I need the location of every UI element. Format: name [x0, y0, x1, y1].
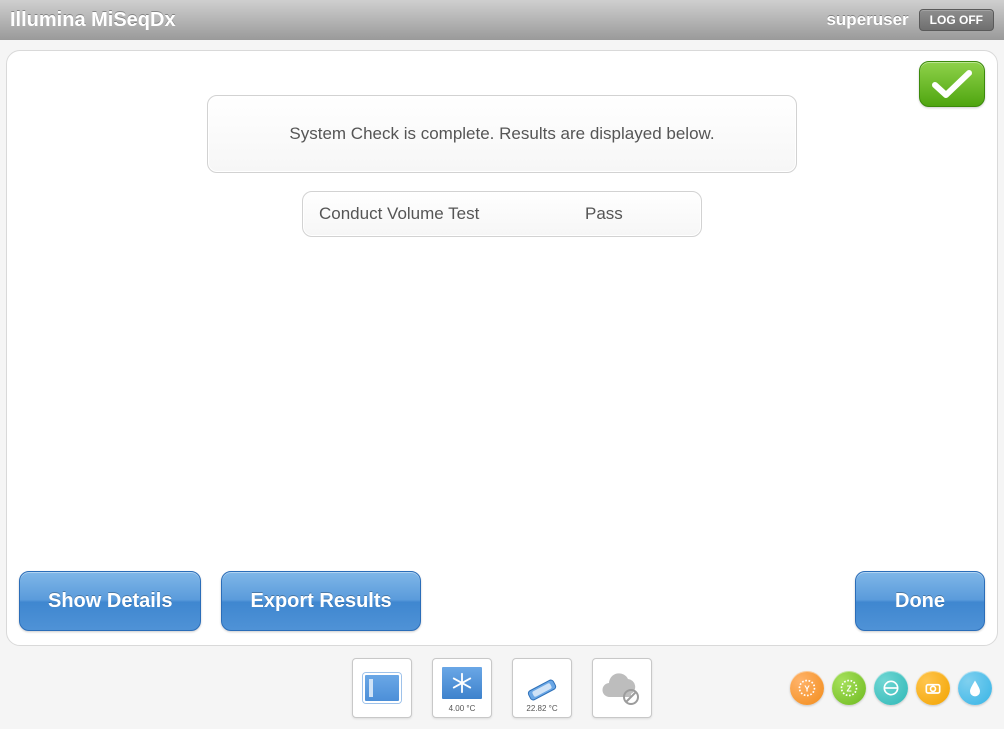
- show-details-button[interactable]: Show Details: [19, 571, 201, 631]
- done-button[interactable]: Done: [855, 571, 985, 631]
- cloud-disabled-icon: [596, 662, 648, 714]
- flowcell-temp-sensor-label: 22.82 °C: [526, 704, 557, 714]
- button-row: Show Details Export Results Done: [19, 571, 985, 631]
- result-row: Conduct Volume Test Pass: [302, 191, 702, 237]
- snowflake-icon: [440, 665, 484, 701]
- cloud-sensor-tile[interactable]: [592, 658, 652, 718]
- sensor-tiles: 4.00 °C 22.82 °C: [352, 658, 652, 718]
- chiller-sensor-tile[interactable]: 4.00 °C: [432, 658, 492, 718]
- title-bar: Illumina MiSeqDx superuser LOG OFF: [0, 0, 1004, 40]
- flowcell-sensor-tile[interactable]: [352, 658, 412, 718]
- current-user: superuser: [826, 10, 908, 30]
- export-results-button[interactable]: Export Results: [221, 571, 420, 631]
- chiller-sensor-label: 4.00 °C: [449, 704, 476, 714]
- flowcell-temp-sensor-tile[interactable]: 22.82 °C: [512, 658, 572, 718]
- footer-bar: 4.00 °C 22.82 °C Y: [0, 648, 1004, 728]
- z-stage-status-icon[interactable]: Z: [832, 671, 866, 705]
- optics-status-icon[interactable]: [874, 671, 908, 705]
- checkmark-icon: [932, 68, 972, 100]
- result-status: Pass: [585, 204, 685, 224]
- main-panel: System Check is complete. Results are di…: [6, 50, 998, 646]
- result-name: Conduct Volume Test: [319, 204, 585, 224]
- flowcell-temp-icon: [516, 662, 568, 704]
- svg-text:Y: Y: [804, 683, 810, 693]
- status-icons: Y Z: [790, 671, 992, 705]
- system-check-message: System Check is complete. Results are di…: [207, 95, 797, 173]
- status-pass-badge: [919, 61, 985, 107]
- camera-status-icon[interactable]: [916, 671, 950, 705]
- log-off-button[interactable]: LOG OFF: [919, 9, 994, 31]
- y-stage-status-icon[interactable]: Y: [790, 671, 824, 705]
- svg-text:Z: Z: [846, 683, 851, 693]
- app-title: Illumina MiSeqDx: [10, 9, 176, 32]
- flowcell-icon: [363, 673, 401, 703]
- fluidics-status-icon[interactable]: [958, 671, 992, 705]
